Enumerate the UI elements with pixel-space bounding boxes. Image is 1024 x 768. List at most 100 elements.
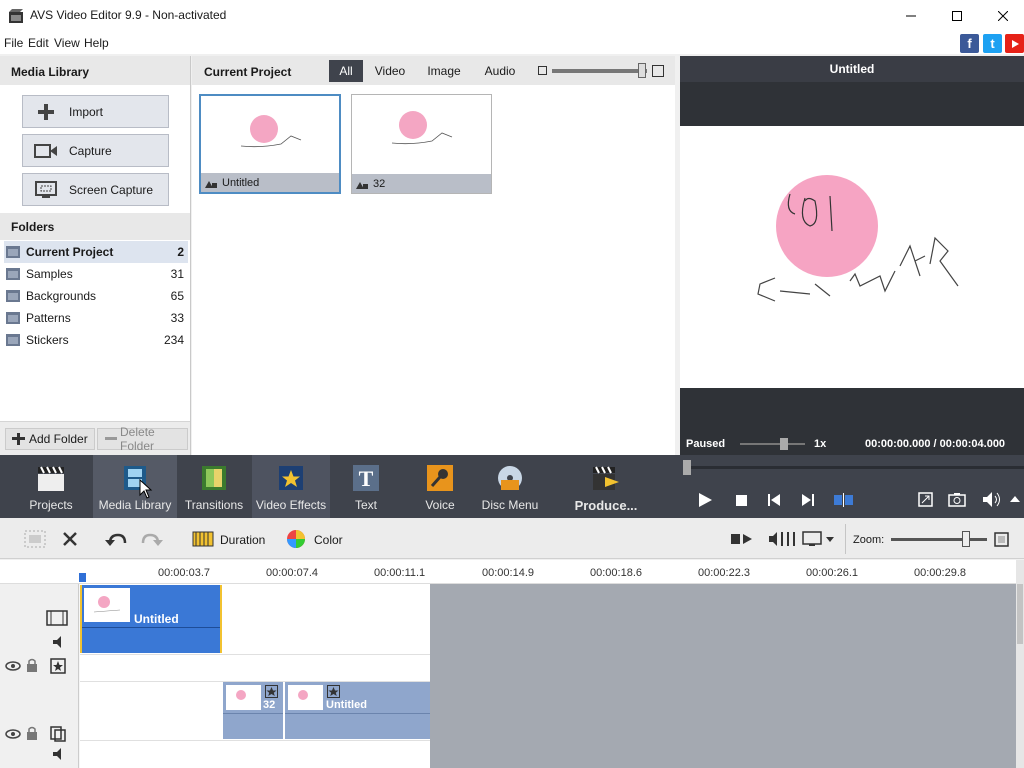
seek-handle[interactable] (683, 460, 691, 475)
menu-edit[interactable]: Edit (28, 36, 49, 50)
delete-folder-button[interactable]: Delete Folder (97, 425, 188, 453)
filter-all-tab[interactable]: All (329, 60, 363, 82)
import-button[interactable]: Import (22, 95, 169, 128)
duration-button[interactable]: Duration (220, 533, 265, 547)
eye-icon[interactable] (5, 729, 21, 739)
current-project-panel: Current Project All Video Image Audio Un… (192, 56, 675, 455)
produce-icon (593, 466, 619, 490)
play-icon[interactable] (697, 492, 713, 508)
lock-icon[interactable] (26, 726, 38, 740)
track-headers (0, 584, 79, 768)
volume-icon[interactable] (982, 491, 1002, 508)
folder-backgrounds[interactable]: Backgrounds 65 (4, 285, 188, 307)
next-frame-icon[interactable] (801, 494, 814, 506)
stop-icon[interactable] (736, 495, 747, 506)
fit-to-window-icon[interactable] (994, 532, 1009, 547)
folder-icon (6, 290, 20, 302)
tool-label: Text (354, 498, 377, 512)
folder-name: Patterns (26, 311, 71, 325)
maximize-button[interactable] (934, 0, 980, 32)
thumb-size-slider[interactable] (552, 69, 647, 73)
produce-tool[interactable]: Produce... (568, 455, 644, 518)
snapshot-camera-icon[interactable] (948, 492, 966, 507)
folder-count: 33 (170, 311, 184, 325)
project-item-untitled[interactable]: Untitled (199, 94, 341, 194)
duration-icon[interactable] (192, 530, 214, 548)
media-library-tool[interactable]: Media Library (93, 455, 177, 518)
timeline-scrollbar[interactable] (1016, 560, 1024, 768)
menu-file[interactable]: File (4, 36, 23, 50)
add-folder-button[interactable]: Add Folder (5, 428, 95, 450)
clip-title: 32 (263, 699, 276, 711)
folder-icon (6, 334, 20, 346)
timeline-ruler[interactable]: 00:00:03.7 00:00:07.4 00:00:11.1 00:00:1… (0, 560, 1016, 584)
menu-help[interactable]: Help (84, 36, 109, 50)
folder-name: Backgrounds (26, 289, 97, 303)
audio-mixer-icon[interactable] (768, 530, 796, 548)
video-effects-tool[interactable]: Video Effects (252, 455, 330, 518)
disc-menu-tool[interactable]: Disc Menu (480, 455, 540, 518)
playhead-marker[interactable] (79, 573, 86, 582)
close-button[interactable] (980, 0, 1024, 32)
fullscreen-icon[interactable] (918, 492, 933, 507)
timeline: 00:00:03.7 00:00:07.4 00:00:11.1 00:00:1… (0, 560, 1024, 768)
project-item-32[interactable]: 32 (351, 94, 492, 194)
playback-speed: 1x (814, 438, 827, 450)
color-wheel-icon[interactable] (286, 529, 306, 549)
voice-tool[interactable]: Voice (414, 455, 466, 518)
zoom-slider[interactable] (891, 538, 987, 541)
zoom-slider-handle[interactable] (962, 531, 970, 547)
clip-thumbnail (391, 111, 453, 145)
microphone-icon (427, 465, 453, 491)
previous-frame-icon[interactable] (768, 494, 781, 506)
transitions-tool[interactable]: Transitions (180, 455, 248, 518)
projects-tool[interactable]: Projects (16, 455, 86, 518)
seek-bar[interactable] (686, 466, 1024, 469)
minimize-button[interactable] (888, 0, 934, 32)
capture-button[interactable]: Capture (22, 134, 169, 167)
color-button[interactable]: Color (314, 533, 343, 547)
filter-video-tab[interactable]: Video (370, 60, 410, 82)
menu-view[interactable]: View (54, 36, 80, 50)
twitter-icon[interactable]: t (983, 34, 1002, 53)
main-video-clip[interactable]: Untitled (80, 585, 222, 653)
overlay-clip-32[interactable]: 32 (223, 682, 283, 739)
audio-track-icon (53, 748, 61, 760)
facebook-icon[interactable]: f (960, 34, 979, 53)
folder-icon (6, 246, 20, 258)
clip-thumbnail (288, 685, 323, 710)
overlay-clip-untitled[interactable]: Untitled (285, 682, 430, 739)
filter-audio-tab[interactable]: Audio (480, 60, 520, 82)
youtube-icon[interactable] (1005, 34, 1024, 53)
ruler-tick-label: 00:00:11.1 (374, 567, 426, 579)
star-effect-icon (265, 685, 278, 698)
display-options-icon[interactable] (802, 531, 836, 547)
redo-icon[interactable] (140, 531, 164, 547)
eye-icon[interactable] (5, 661, 21, 671)
scrollbar-thumb[interactable] (1017, 584, 1023, 644)
track-divider (80, 740, 430, 741)
delete-icon[interactable] (62, 531, 78, 547)
grid-select-icon[interactable] (24, 530, 46, 548)
speed-slider-handle[interactable] (780, 438, 788, 450)
thumb-size-handle[interactable] (638, 63, 646, 78)
filter-image-tab[interactable]: Image (424, 60, 464, 82)
folder-current-project[interactable]: Current Project 2 (4, 241, 188, 263)
current-project-title: Current Project (204, 65, 292, 79)
speed-slider[interactable] (740, 443, 805, 445)
folder-stickers[interactable]: Stickers 234 (4, 329, 188, 351)
clip-thumbnail (240, 115, 302, 148)
lock-icon[interactable] (26, 658, 38, 672)
folder-patterns[interactable]: Patterns 33 (4, 307, 188, 329)
plus-icon (38, 103, 54, 120)
undo-icon[interactable] (104, 531, 128, 547)
snap-icon[interactable] (730, 532, 754, 546)
text-tool[interactable]: T Text (340, 455, 392, 518)
split-icon[interactable] (834, 493, 854, 507)
star-effect-icon (327, 685, 340, 698)
chevron-up-icon[interactable] (1010, 496, 1020, 502)
preview-canvas[interactable] (680, 126, 1024, 388)
folder-samples[interactable]: Samples 31 (4, 263, 188, 285)
screen-capture-button[interactable]: Screen Capture (22, 173, 169, 206)
preview-letterbox-top (680, 82, 1024, 126)
